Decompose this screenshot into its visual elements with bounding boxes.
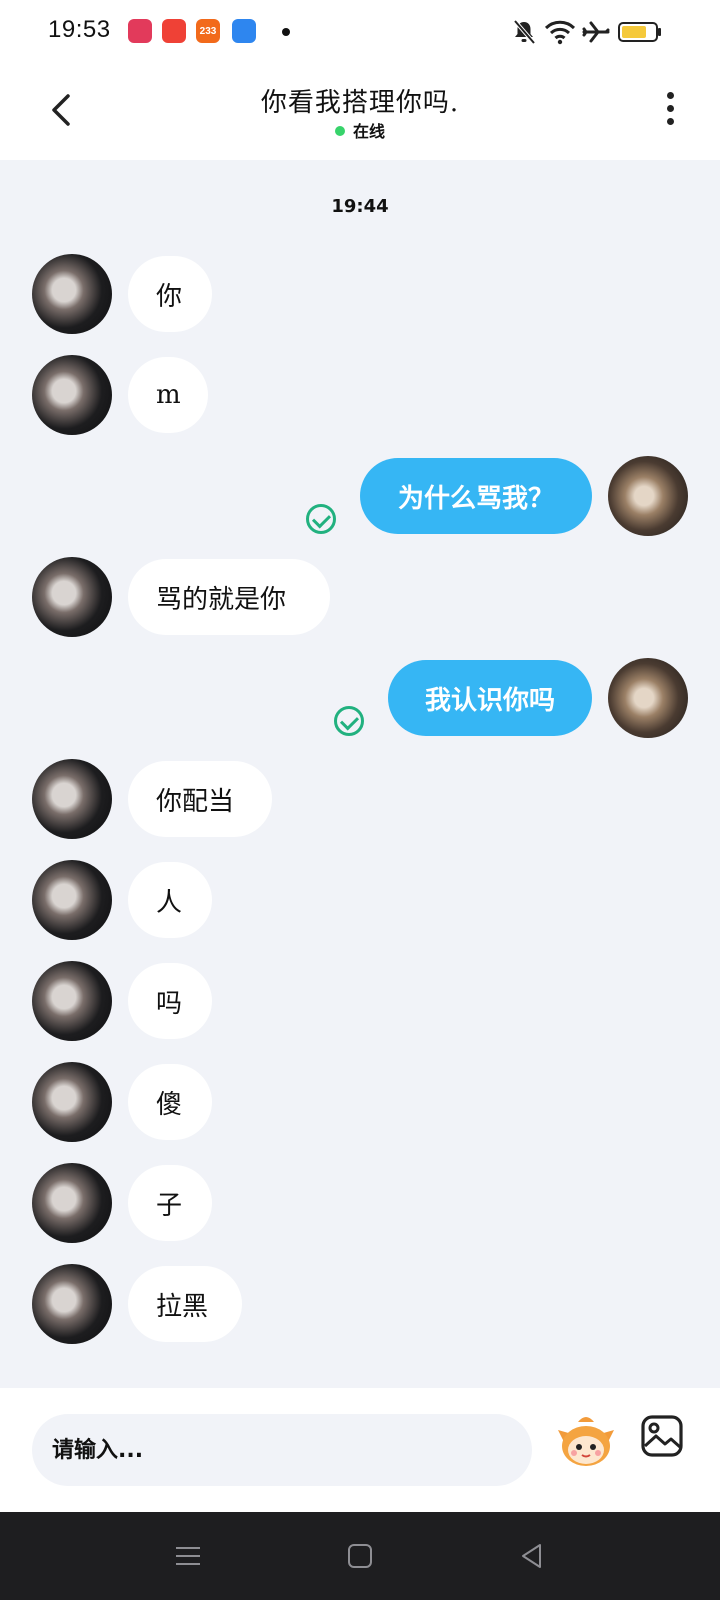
contact-avatar[interactable] xyxy=(32,355,112,435)
airplane-mode-icon xyxy=(582,16,610,48)
emoji-mascot-button[interactable] xyxy=(556,1412,616,1472)
message-list[interactable]: 19:44 你 m 为什么骂我？ 骂的就是你 我认识你吗你配当人吗傻子拉黑 xyxy=(0,160,720,1388)
read-check-icon xyxy=(306,504,336,534)
message-bubble[interactable]: 人 xyxy=(128,862,212,938)
message-bubble[interactable]: 你 xyxy=(128,256,212,332)
contact-avatar[interactable] xyxy=(32,557,112,637)
more-dots-icon xyxy=(666,92,674,99)
video-app-icon xyxy=(128,19,152,43)
chat-header: 你看我搭理你吗. 在线 xyxy=(0,64,720,160)
received-message: 吗 xyxy=(0,961,720,1041)
message-bubble[interactable]: 我认识你吗 xyxy=(388,660,592,736)
online-dot-icon xyxy=(334,125,345,136)
message-bubble[interactable]: 傻 xyxy=(128,1064,212,1140)
message-bubble[interactable]: 拉黑 xyxy=(128,1266,242,1342)
cloud-app-icon xyxy=(232,19,256,43)
received-message: 傻 xyxy=(0,1062,720,1142)
back-nav-button[interactable] xyxy=(518,1542,546,1570)
battery-icon xyxy=(618,16,662,48)
menu-icon xyxy=(176,1547,200,1565)
triangle-back-icon xyxy=(522,1544,541,1568)
received-message: m xyxy=(0,355,720,435)
received-message: 你 xyxy=(0,254,720,334)
image-picker-button[interactable] xyxy=(640,1414,684,1458)
contact-avatar[interactable] xyxy=(32,759,112,839)
received-message: 骂的就是你 xyxy=(0,557,720,637)
chat-title: 你看我搭理你吗. xyxy=(260,88,460,118)
sent-message: 我认识你吗 xyxy=(0,658,720,738)
my-avatar[interactable] xyxy=(608,456,688,536)
received-message: 人 xyxy=(0,860,720,940)
read-check-icon xyxy=(334,706,364,736)
contact-avatar[interactable] xyxy=(32,1062,112,1142)
mascot-icon xyxy=(558,1417,614,1466)
message-bubble[interactable]: 子 xyxy=(128,1165,212,1241)
notification-dot-icon xyxy=(282,28,290,36)
contact-avatar[interactable] xyxy=(32,961,112,1041)
wifi-icon xyxy=(544,16,576,48)
play-app-icon xyxy=(162,19,186,43)
status-time: 19:53 xyxy=(48,16,111,43)
recent-apps-button[interactable] xyxy=(174,1542,202,1570)
received-message: 拉黑 xyxy=(0,1264,720,1344)
message-bubble[interactable]: 吗 xyxy=(128,963,212,1039)
contact-avatar[interactable] xyxy=(32,860,112,940)
contact-avatar[interactable] xyxy=(32,1163,112,1243)
message-input[interactable] xyxy=(32,1414,532,1486)
online-status-label: 在线 xyxy=(352,122,385,141)
image-icon xyxy=(641,1415,683,1457)
contact-avatar[interactable] xyxy=(32,254,112,334)
contact-avatar[interactable] xyxy=(32,1264,112,1344)
input-bar xyxy=(0,1388,720,1512)
received-message: 子 xyxy=(0,1163,720,1243)
message-bubble[interactable]: 为什么骂我？ xyxy=(360,458,592,534)
sent-message: 为什么骂我？ xyxy=(0,456,720,536)
home-button[interactable] xyxy=(346,1542,374,1570)
message-bubble[interactable]: 骂的就是你 xyxy=(128,559,330,635)
received-message: 你配当 xyxy=(0,759,720,839)
message-bubble[interactable]: m xyxy=(128,357,208,433)
message-timestamp: 19:44 xyxy=(331,196,389,217)
mute-bell-icon xyxy=(512,16,536,48)
status-bar: 19:53 233 xyxy=(0,0,720,64)
message-bubble[interactable]: 你配当 xyxy=(128,761,272,837)
system-nav-bar xyxy=(0,1512,720,1600)
my-avatar[interactable] xyxy=(608,658,688,738)
square-icon xyxy=(348,1544,372,1568)
more-options-button[interactable] xyxy=(664,92,676,130)
online-status: 在线 xyxy=(0,118,720,142)
233-app-icon: 233 xyxy=(196,19,220,43)
